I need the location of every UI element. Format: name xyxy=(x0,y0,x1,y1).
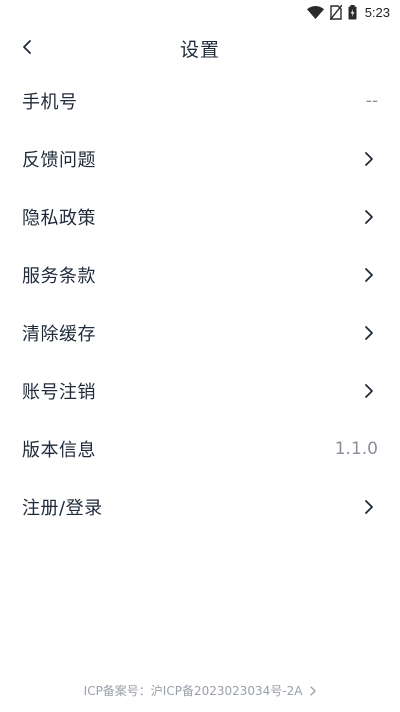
settings-page: 5:23 设置 手机号 -- 反馈问题 隐私政策 服务条款 清除缓存 账号注销 … xyxy=(0,0,400,712)
settings-item-label: 账号注销 xyxy=(22,382,96,403)
settings-item-label: 注册/登录 xyxy=(22,498,103,519)
icp-link[interactable]: ICP备案号：沪ICP备2023023034号-2A xyxy=(0,682,400,699)
settings-item-label: 隐私政策 xyxy=(22,208,96,229)
wifi-icon xyxy=(306,5,324,19)
chevron-right-icon xyxy=(310,685,316,699)
settings-item-privacy-policy[interactable]: 隐私政策 xyxy=(0,188,400,246)
settings-item-label: 服务条款 xyxy=(22,266,96,287)
page-title: 设置 xyxy=(179,39,220,61)
battery-icon xyxy=(348,4,357,20)
settings-item-label: 清除缓存 xyxy=(22,324,96,345)
chevron-right-icon xyxy=(362,267,376,283)
settings-item-phone[interactable]: 手机号 -- xyxy=(0,72,400,130)
status-icons: 5:23 xyxy=(306,3,390,21)
settings-list: 手机号 -- 反馈问题 隐私政策 服务条款 清除缓存 账号注销 版本信息 1.1… xyxy=(0,72,400,536)
settings-item-label: 版本信息 xyxy=(22,440,96,461)
icp-text: ICP备案号：沪ICP备2023023034号-2A xyxy=(83,684,303,698)
chevron-right-icon xyxy=(362,325,376,341)
status-time: 5:23 xyxy=(364,4,390,20)
settings-item-label: 反馈问题 xyxy=(22,150,96,171)
chevron-right-icon xyxy=(362,151,376,167)
chevron-right-icon xyxy=(362,383,376,399)
version-value: 1.1.0 xyxy=(334,439,378,459)
settings-item-register-login[interactable]: 注册/登录 xyxy=(0,478,400,536)
settings-item-delete-account[interactable]: 账号注销 xyxy=(0,362,400,420)
phone-value: -- xyxy=(365,91,378,111)
settings-item-version[interactable]: 版本信息 1.1.0 xyxy=(0,420,400,478)
chevron-right-icon xyxy=(362,499,376,515)
settings-item-label: 手机号 xyxy=(22,92,78,113)
settings-item-clear-cache[interactable]: 清除缓存 xyxy=(0,304,400,362)
chevron-right-icon xyxy=(362,209,376,225)
settings-item-terms-of-service[interactable]: 服务条款 xyxy=(0,246,400,304)
settings-item-feedback[interactable]: 反馈问题 xyxy=(0,130,400,188)
nav-bar: 设置 xyxy=(0,26,400,70)
status-bar: 5:23 xyxy=(0,0,400,24)
no-sim-icon xyxy=(329,4,342,20)
